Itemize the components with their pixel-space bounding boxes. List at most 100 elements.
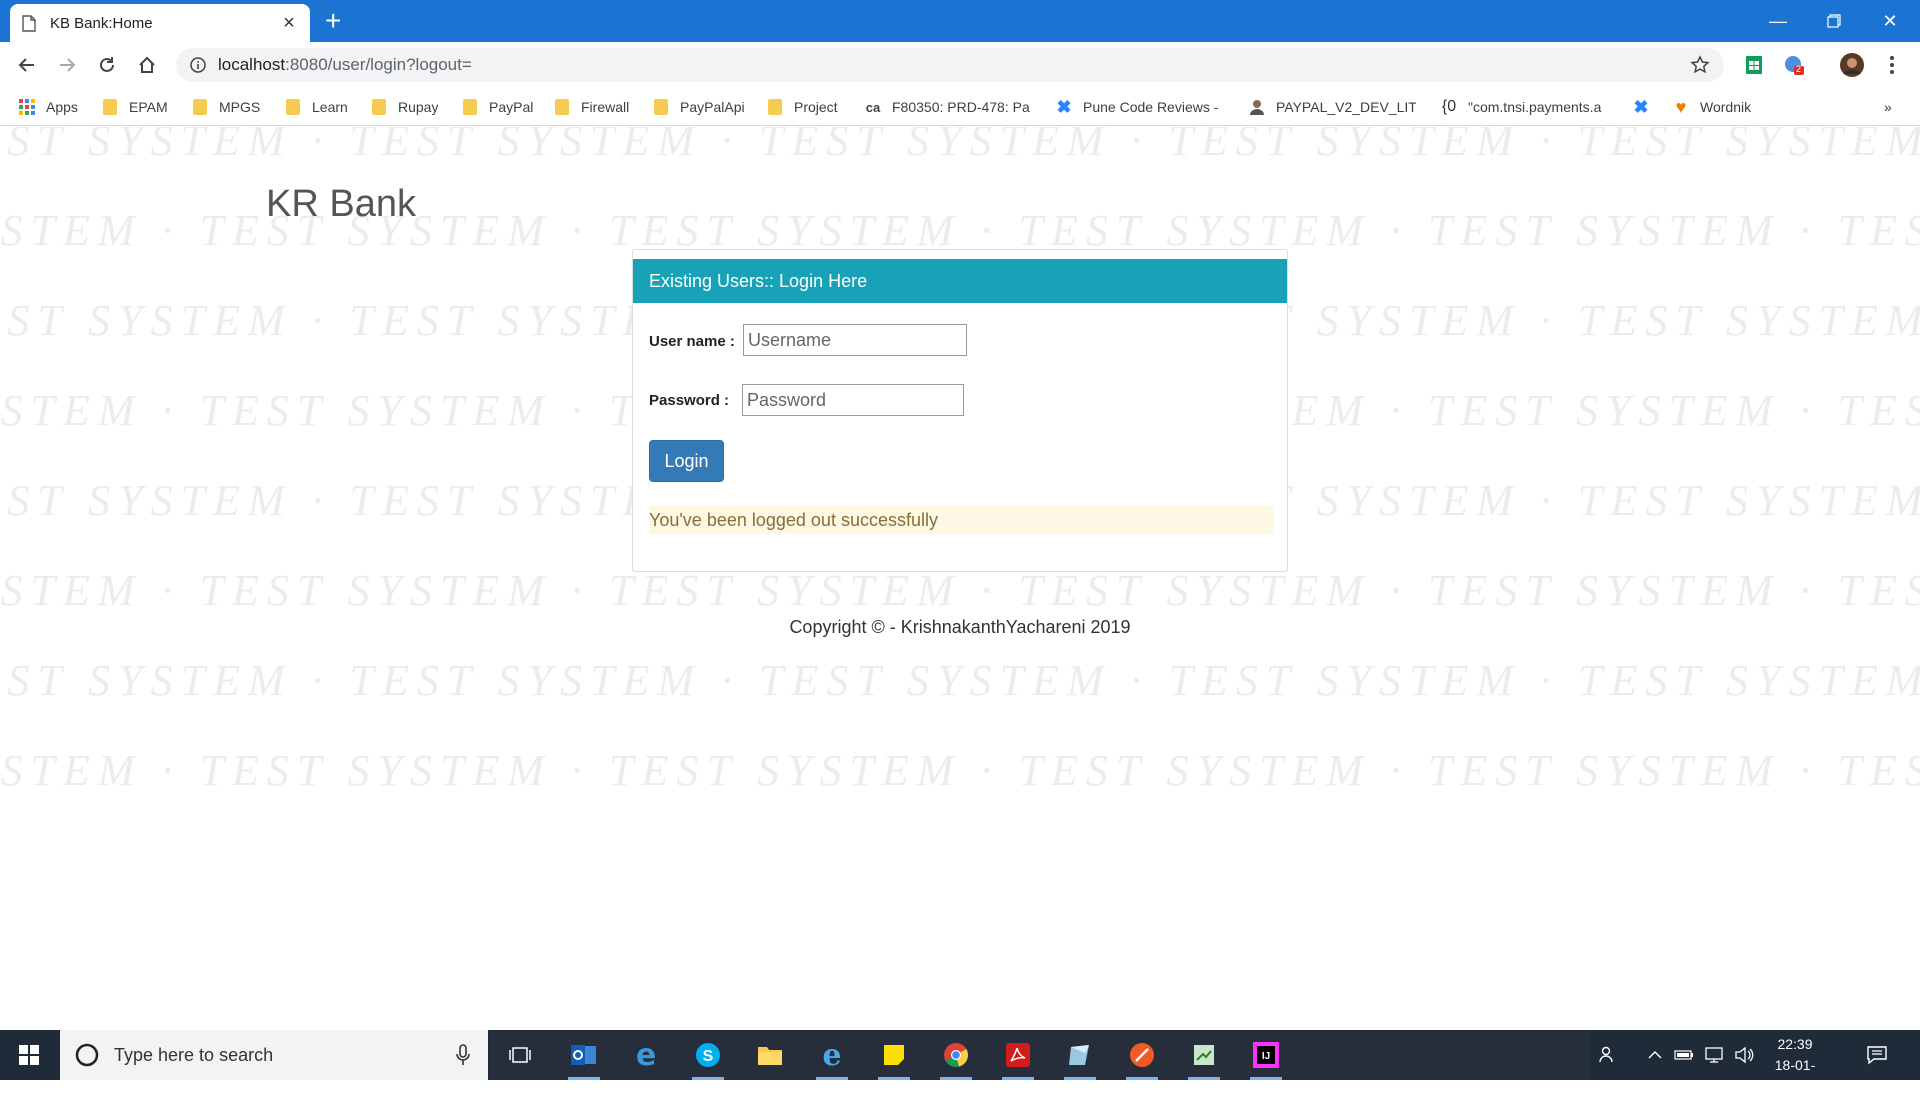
bookmark-folder-paypal[interactable]: PayPal	[463, 96, 533, 118]
taskbar-search-box[interactable]: Type here to search	[60, 1030, 488, 1080]
bookmark-folder-project[interactable]: Project	[768, 96, 838, 118]
watermark-row: TEST SYSTEM · TEST SYSTEM · TEST SYSTEM …	[0, 656, 1920, 705]
bookmark-apps[interactable]: Apps	[18, 96, 78, 118]
bookmark-label: "com.tnsi.payments.a	[1468, 99, 1602, 115]
password-label: Password :	[649, 392, 730, 409]
bookmark-label: PAYPAL_V2_DEV_LITE	[1276, 99, 1416, 115]
clock-time: 22:39	[1777, 1036, 1813, 1052]
bookmark-label: PayPalApi	[680, 99, 745, 115]
file-explorer-icon[interactable]	[752, 1037, 788, 1073]
bookmark-label: Rupay	[398, 99, 439, 115]
reload-icon[interactable]	[92, 50, 122, 80]
notepad-icon[interactable]	[1186, 1037, 1222, 1080]
url-host: localhost	[218, 55, 286, 74]
tab-close-icon[interactable]: ×	[280, 12, 298, 35]
skype-icon[interactable]: S	[690, 1037, 726, 1080]
outlook-icon[interactable]	[566, 1037, 602, 1080]
json-icon: {0	[1441, 98, 1457, 115]
sticky-notes-icon[interactable]	[876, 1037, 912, 1080]
bookmark-folder-paypalapi[interactable]: PayPalApi	[654, 96, 745, 118]
bookmark-label: Project	[794, 99, 838, 115]
logout-alert: You've been logged out successfully	[649, 506, 1274, 534]
address-bar[interactable]: localhost:8080/user/login?logout=	[176, 48, 1724, 82]
watermark-row: TEST SYSTEM · TEST SYSTEM · TEST SYSTEM …	[0, 127, 1920, 165]
bookmark-pune-code-reviews[interactable]: ✖ Pune Code Reviews -	[1055, 96, 1227, 118]
login-panel: Existing Users:: Login Here User name : …	[632, 249, 1288, 572]
bookmark-label: F80350: PRD-478: Pa	[892, 99, 1030, 115]
folder-icon	[555, 99, 569, 115]
folder-icon	[372, 99, 386, 115]
intellij-icon[interactable]: IJ	[1248, 1037, 1284, 1080]
bookmark-label: Firewall	[581, 99, 630, 115]
volume-icon[interactable]	[1734, 1030, 1754, 1080]
bookmark-label: Learn	[312, 99, 348, 115]
password-input[interactable]	[742, 384, 964, 416]
edge-icon[interactable]: e	[628, 1037, 664, 1073]
windows-start-icon[interactable]	[0, 1030, 58, 1080]
login-button[interactable]: Login	[649, 440, 724, 482]
bookmark-label: MPGS	[219, 99, 261, 115]
bookmark-folder-learn[interactable]: Learn	[286, 96, 348, 118]
battery-icon[interactable]	[1674, 1030, 1694, 1080]
home-icon[interactable]	[132, 50, 162, 80]
bookmark-folder-firewall[interactable]: Firewall	[555, 96, 629, 118]
profile-avatar[interactable]	[1840, 53, 1864, 77]
panel-title: Existing Users:: Login Here	[633, 259, 1287, 303]
bookmark-prd-478[interactable]: ca F80350: PRD-478: Pa	[864, 96, 1034, 118]
folder-icon	[103, 99, 117, 115]
close-window-icon[interactable]: ✕	[1862, 0, 1918, 42]
page-icon	[22, 14, 36, 32]
bookmark-folder-epam[interactable]: EPAM	[103, 96, 168, 118]
new-tab-icon[interactable]: +	[325, 6, 341, 36]
app-glass-icon[interactable]	[1062, 1037, 1098, 1080]
bookmark-wordnik[interactable]: ♥ Wordnik	[1672, 96, 1751, 118]
username-input[interactable]	[743, 324, 967, 356]
cortana-icon	[75, 1043, 99, 1067]
network-icon[interactable]	[1704, 1030, 1724, 1080]
browser-tab[interactable]: KB Bank:Home ×	[10, 4, 310, 42]
url-path: :8080/user/login?logout=	[285, 55, 472, 74]
acrobat-icon[interactable]	[1000, 1037, 1036, 1080]
bookmark-label: PayPal	[489, 99, 534, 115]
sheets-extension-icon[interactable]	[1742, 53, 1766, 77]
more-bookmarks-icon[interactable]: »	[1884, 96, 1892, 118]
copyright-text: Copyright © - KrishnakanthYachareni 2019	[789, 617, 1131, 637]
restore-icon[interactable]	[1806, 0, 1862, 42]
menu-dots-icon[interactable]	[1880, 53, 1904, 77]
ca-icon: ca	[865, 99, 881, 115]
bookmark-confluence[interactable]: ✖	[1632, 96, 1660, 118]
back-icon[interactable]	[12, 50, 42, 80]
postman-icon[interactable]	[1124, 1037, 1160, 1080]
browser-toolbar: localhost:8080/user/login?logout= 2	[0, 42, 1920, 88]
bookmark-com-tnsi[interactable]: {0 "com.tnsi.payments.a	[1440, 96, 1612, 118]
people-icon[interactable]	[1598, 1030, 1618, 1080]
show-hidden-icons-icon[interactable]	[1648, 1030, 1662, 1080]
page-content: TEST SYSTEM · TEST SYSTEM · TEST SYSTEM …	[0, 127, 1920, 1030]
bookmark-star-icon[interactable]	[1690, 55, 1710, 75]
heart-icon: ♥	[1675, 96, 1687, 117]
extension-badge: 2	[1796, 64, 1802, 74]
watermark-row: TEST SYSTEM · TEST SYSTEM · TEST SYSTEM …	[0, 566, 1920, 615]
minimize-icon[interactable]: —	[1750, 0, 1806, 42]
info-icon[interactable]	[190, 57, 206, 73]
url-text[interactable]: localhost:8080/user/login?logout=	[218, 55, 472, 75]
chrome-icon[interactable]	[938, 1037, 974, 1080]
confluence-icon: ✖	[1633, 96, 1649, 117]
translate-extension-icon[interactable]: 2	[1782, 53, 1806, 77]
bookmark-folder-mpgs[interactable]: MPGS	[193, 96, 260, 118]
forward-icon[interactable]	[52, 50, 82, 80]
bookmark-label: Wordnik	[1700, 99, 1752, 115]
brand-title: KR Bank	[266, 183, 416, 225]
svg-text:S: S	[703, 1048, 714, 1065]
avatar-icon	[1248, 98, 1266, 116]
bookmark-folder-rupay[interactable]: Rupay	[372, 96, 438, 118]
internet-explorer-icon[interactable]: e	[814, 1037, 850, 1080]
folder-icon	[463, 99, 477, 115]
bookmark-paypal-v2[interactable]: PAYPAL_V2_DEV_LITE	[1248, 96, 1416, 118]
microphone-icon[interactable]	[456, 1044, 470, 1066]
folder-icon	[193, 99, 207, 115]
bookmark-label: Apps	[46, 99, 78, 115]
task-view-icon[interactable]	[502, 1037, 538, 1073]
system-clock[interactable]: 22:39 18-01-2019	[1760, 1034, 1830, 1097]
notifications-icon[interactable]	[1866, 1030, 1888, 1080]
